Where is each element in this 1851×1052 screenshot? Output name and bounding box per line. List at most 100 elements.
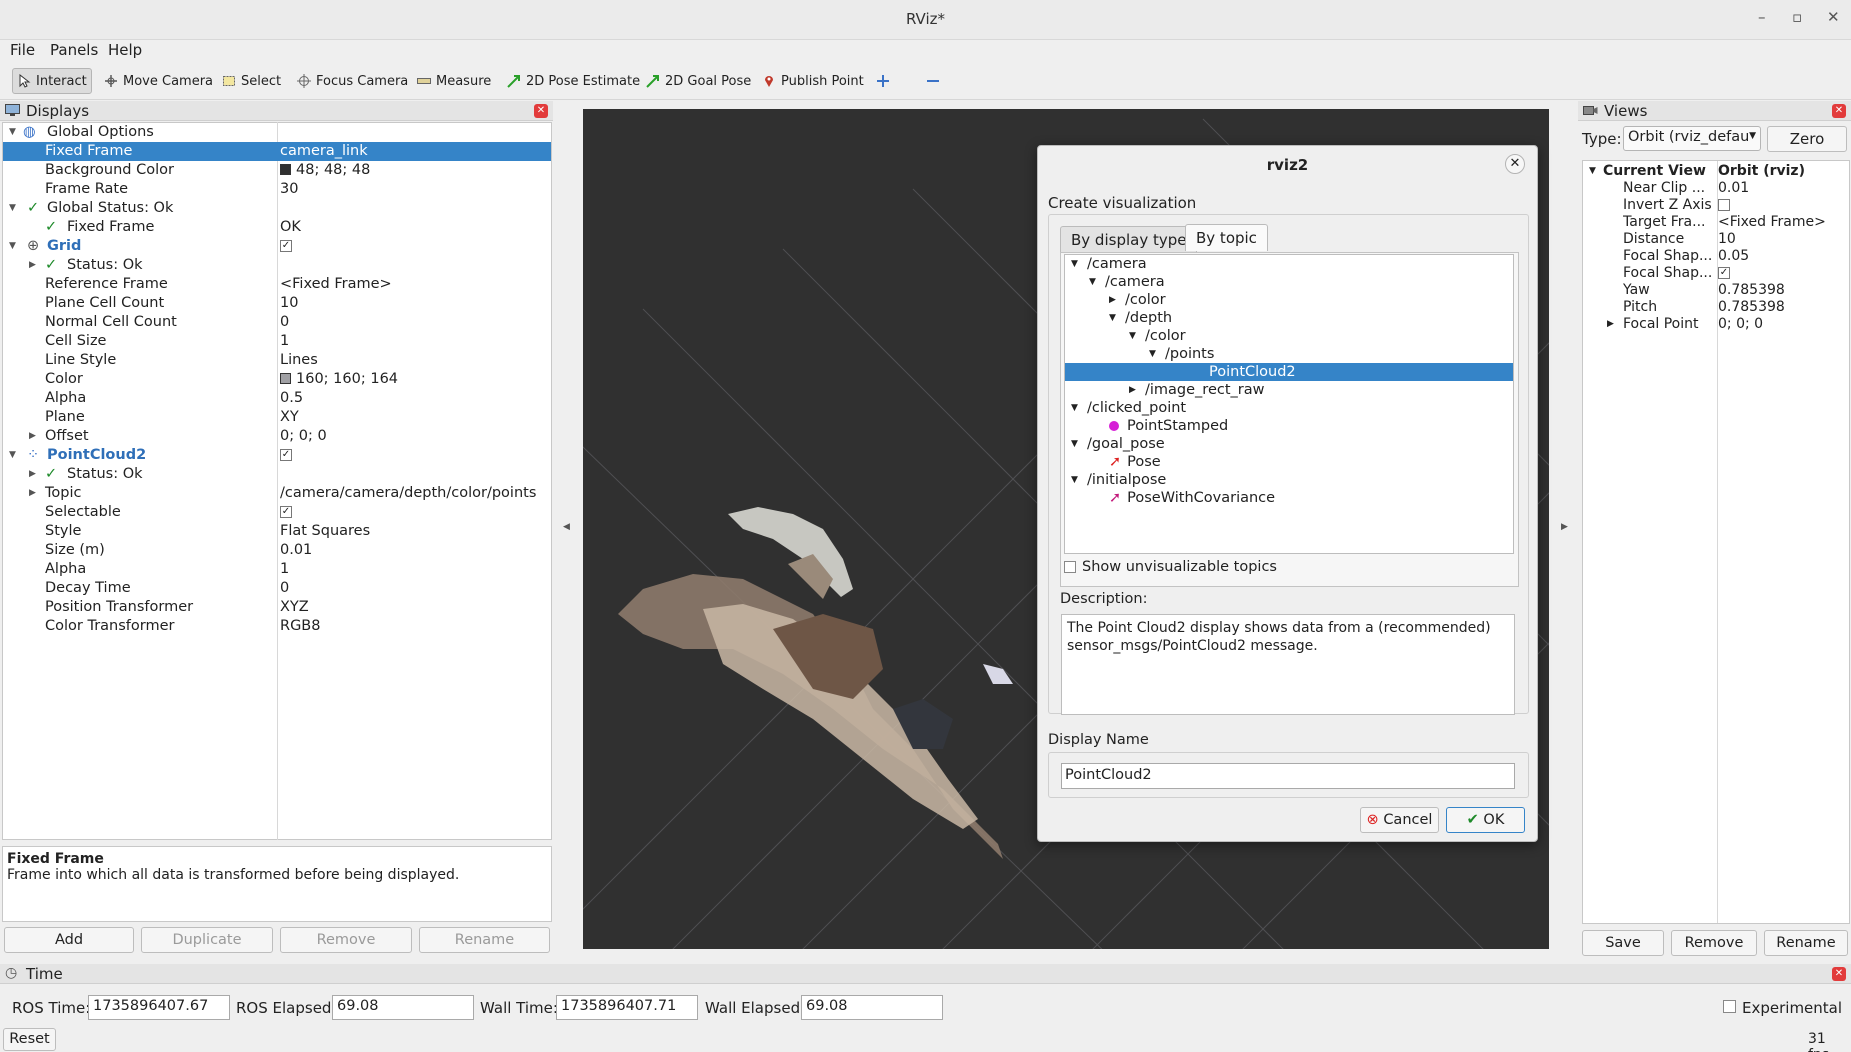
tool-focus-camera[interactable]: Focus Camera <box>293 68 412 94</box>
tree-row-selected[interactable]: Fixed Frame camera_link <box>3 142 551 161</box>
close-panel-icon[interactable]: ✕ <box>534 104 548 118</box>
tool-2d-pose-estimate[interactable]: 2D Pose Estimate <box>503 68 644 94</box>
view-row[interactable]: Pitch 0.785398 <box>1583 299 1849 316</box>
view-row[interactable]: ▶ Focal Point 0; 0; 0 <box>1583 316 1849 333</box>
views-tree[interactable]: ▼ Current View Orbit (rviz) Near Clip ... 0… <box>1582 160 1850 924</box>
view-row[interactable]: Focal Shap... ✓ <box>1583 265 1849 282</box>
tool-measure[interactable]: Measure <box>413 68 495 94</box>
tree-row[interactable]: Reference Frame <Fixed Frame> <box>3 275 551 294</box>
rename-display-button[interactable]: Rename <box>419 927 550 953</box>
close-panel-icon[interactable]: ✕ <box>1832 104 1846 118</box>
topic-row[interactable]: ➚ PoseWithCovariance <box>1065 489 1513 507</box>
tree-row[interactable]: ▼ ✓ Global Status: Ok <box>3 199 551 218</box>
tree-row[interactable]: ▶ Topic/camera/camera/depth/color/points <box>3 484 551 503</box>
view-row[interactable]: Yaw 0.785398 <box>1583 282 1849 299</box>
close-panel-icon[interactable]: ✕ <box>1832 967 1846 981</box>
tree-row[interactable]: Alpha 1 <box>3 560 551 579</box>
topic-row[interactable]: ▼/depth <box>1065 309 1513 327</box>
tree-row[interactable]: ▼ ⊕ Grid ✓ <box>3 237 551 256</box>
topic-row[interactable]: ▼/initialpose <box>1065 471 1513 489</box>
ok-button[interactable]: ✔ OK <box>1446 807 1525 833</box>
wall-elapsed-field[interactable]: 69.08 <box>801 995 943 1020</box>
tool-select[interactable]: Select <box>218 68 285 94</box>
collapse-left-icon[interactable]: ◀ <box>563 522 570 532</box>
tab-by-topic[interactable]: By topic <box>1185 224 1268 251</box>
topic-row[interactable]: PointStamped <box>1065 417 1513 435</box>
focal-shape-checkbox[interactable]: ✓ <box>1718 267 1730 279</box>
tool-2d-goal-pose[interactable]: 2D Goal Pose <box>642 68 755 94</box>
duplicate-display-button[interactable]: Duplicate <box>141 927 273 953</box>
experimental-checkbox[interactable] <box>1723 1000 1736 1013</box>
tree-row[interactable]: Cell Size 1 <box>3 332 551 351</box>
tree-row[interactable]: ✓ Fixed Frame OK <box>3 218 551 237</box>
minimize-icon[interactable]: – <box>1758 8 1766 26</box>
close-window-icon[interactable]: ✕ <box>1827 8 1840 26</box>
tree-row[interactable]: Style Flat Squares <box>3 522 551 541</box>
view-row[interactable]: Near Clip ... 0.01 <box>1583 180 1849 197</box>
tree-row[interactable]: Decay Time 0 <box>3 579 551 598</box>
tool-interact[interactable]: Interact <box>12 68 92 94</box>
topic-row[interactable]: ▼/goal_pose <box>1065 435 1513 453</box>
topic-row[interactable]: ▼/camera <box>1065 255 1513 273</box>
topic-tree[interactable]: ▼/camera ▼/camera ▶/color ▼/depth ▼/colo… <box>1064 254 1514 554</box>
color-swatch[interactable] <box>280 373 291 384</box>
remove-tool-button[interactable] <box>922 68 949 94</box>
view-row[interactable]: Focal Shap... 0.05 <box>1583 248 1849 265</box>
show-unvisualizable-checkbox[interactable] <box>1064 561 1076 573</box>
tree-row[interactable]: Selectable ✓ <box>3 503 551 522</box>
view-type-dropdown[interactable]: Orbit (rviz_defau ▼ <box>1623 126 1761 151</box>
menu-panels[interactable]: Panels <box>50 41 98 59</box>
view-row[interactable]: Distance 10 <box>1583 231 1849 248</box>
add-tool-button[interactable] <box>872 68 899 94</box>
collapse-right-icon[interactable]: ▶ <box>1561 522 1568 532</box>
pointcloud-enabled-checkbox[interactable]: ✓ <box>280 449 292 461</box>
topic-row[interactable]: ▼/color <box>1065 327 1513 345</box>
tree-row[interactable]: Plane Cell Count 10 <box>3 294 551 313</box>
wall-time-field[interactable]: 1735896407.71 <box>556 995 698 1020</box>
remove-view-button[interactable]: Remove <box>1671 930 1757 956</box>
selectable-checkbox[interactable]: ✓ <box>280 506 292 518</box>
topic-row[interactable]: ▶/color <box>1065 291 1513 309</box>
color-swatch[interactable] <box>280 164 291 175</box>
tree-row[interactable]: ▼ ⁘ PointCloud2 ✓ <box>3 446 551 465</box>
remove-display-button[interactable]: Remove <box>280 927 412 953</box>
tree-row[interactable]: Position Transformer XYZ <box>3 598 551 617</box>
topic-row-selected[interactable]: PointCloud2 <box>1065 363 1513 381</box>
dialog-close-icon[interactable]: ✕ <box>1505 154 1525 174</box>
add-display-button[interactable]: Add <box>4 927 134 953</box>
menu-file[interactable]: File <box>10 41 35 59</box>
grid-enabled-checkbox[interactable]: ✓ <box>280 240 292 252</box>
view-row[interactable]: Target Fra... <Fixed Frame> <box>1583 214 1849 231</box>
tool-move-camera[interactable]: Move Camera <box>100 68 217 94</box>
tree-row[interactable]: Normal Cell Count 0 <box>3 313 551 332</box>
tab-by-display-type[interactable]: By display type <box>1060 226 1198 253</box>
reset-button[interactable]: Reset <box>3 1028 56 1051</box>
display-name-input[interactable]: PointCloud2 <box>1061 763 1515 789</box>
topic-row[interactable]: ▶/image_rect_raw <box>1065 381 1513 399</box>
tree-row[interactable]: ▶ ✓ Status: Ok <box>3 465 551 484</box>
tree-row[interactable]: Background Color 48; 48; 48 <box>3 161 551 180</box>
tree-row[interactable]: Alpha 0.5 <box>3 389 551 408</box>
topic-row[interactable]: ▼/clicked_point <box>1065 399 1513 417</box>
view-row[interactable]: Invert Z Axis <box>1583 197 1849 214</box>
tool-publish-point[interactable]: Publish Point <box>758 68 868 94</box>
tree-row[interactable]: Line Style Lines <box>3 351 551 370</box>
zero-button[interactable]: Zero <box>1767 126 1847 152</box>
maximize-icon[interactable]: ▫ <box>1792 8 1802 26</box>
rename-view-button[interactable]: Rename <box>1764 930 1848 956</box>
view-row[interactable]: ▼ Current View Orbit (rviz) <box>1583 163 1849 180</box>
tree-row[interactable]: Plane XY <box>3 408 551 427</box>
ros-time-field[interactable]: 1735896407.67 <box>88 995 230 1020</box>
invert-z-checkbox[interactable] <box>1718 199 1730 211</box>
topic-row[interactable]: ▼/points <box>1065 345 1513 363</box>
tree-row[interactable]: Size (m) 0.01 <box>3 541 551 560</box>
topic-row[interactable]: ➚ Pose <box>1065 453 1513 471</box>
tree-row[interactable]: Color 160; 160; 164 <box>3 370 551 389</box>
ros-elapsed-field[interactable]: 69.08 <box>332 995 474 1020</box>
tree-row[interactable]: Color Transformer RGB8 <box>3 617 551 636</box>
save-view-button[interactable]: Save <box>1582 930 1664 956</box>
cancel-button[interactable]: ⊗ Cancel <box>1360 807 1439 833</box>
tree-row[interactable]: Frame Rate 30 <box>3 180 551 199</box>
menu-help[interactable]: Help <box>108 41 142 59</box>
tree-row[interactable]: ▼ ◍ Global Options <box>3 123 551 142</box>
